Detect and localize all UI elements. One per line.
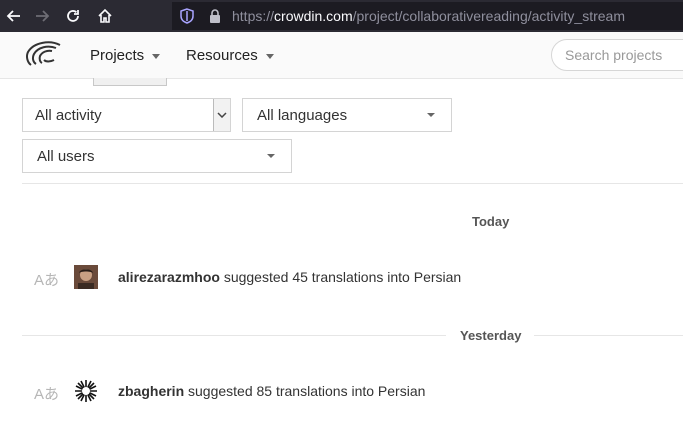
- activity-item: Aあ alirezarazmhoo suggested 45 translati…: [22, 263, 683, 295]
- tab-stub[interactable]: [93, 78, 167, 86]
- address-bar[interactable]: https://crowdin.com/project/collaborativ…: [172, 2, 683, 30]
- activity-description: suggested 85 translations into Persian: [184, 383, 426, 399]
- url-scheme: https://: [232, 8, 275, 24]
- url-path: /project/collaborativereading/activity_s…: [352, 8, 625, 24]
- group-divider: [22, 335, 446, 336]
- day-label-today: Today: [472, 214, 510, 229]
- nav-resources[interactable]: Resources: [186, 47, 274, 64]
- activity-text: alirezarazmhoo suggested 45 translations…: [118, 269, 461, 285]
- url-domain: crowdin.com: [274, 8, 353, 24]
- search-input[interactable]: [565, 47, 683, 63]
- back-button[interactable]: [0, 0, 28, 32]
- activity-username[interactable]: alirezarazmhoo: [118, 269, 220, 285]
- language-filter-value: All languages: [257, 107, 348, 124]
- nav-resources-label: Resources: [186, 47, 258, 64]
- reload-button[interactable]: [59, 0, 87, 32]
- chevron-down-icon: [217, 112, 227, 118]
- crowdin-logo-icon[interactable]: [24, 40, 62, 70]
- translation-icon: Aあ: [34, 386, 60, 403]
- language-filter-select[interactable]: All languages: [242, 98, 452, 132]
- tracking-shield-icon[interactable]: [180, 8, 194, 24]
- group-divider: [534, 335, 683, 336]
- caret-down-icon: [267, 154, 275, 158]
- back-arrow-icon: [6, 10, 20, 22]
- forward-arrow-icon: [36, 10, 50, 22]
- search-box[interactable]: [551, 39, 683, 71]
- home-button[interactable]: [91, 0, 119, 32]
- forward-button[interactable]: [28, 0, 56, 32]
- avatar[interactable]: [74, 379, 98, 403]
- dropdown-button[interactable]: [213, 99, 230, 131]
- activity-filter-value: All activity: [35, 107, 102, 124]
- browser-toolbar: https://crowdin.com/project/collaborativ…: [0, 0, 683, 32]
- caret-down-icon: [265, 54, 274, 59]
- url-text[interactable]: https://crowdin.com/project/collaborativ…: [232, 8, 625, 24]
- nav-projects-label: Projects: [90, 47, 145, 64]
- lock-icon[interactable]: [208, 8, 222, 24]
- home-icon: [98, 8, 112, 23]
- activity-username[interactable]: zbagherin: [118, 383, 184, 399]
- activity-filter-select[interactable]: All activity: [22, 98, 231, 132]
- day-label-yesterday: Yesterday: [460, 328, 522, 343]
- caret-down-icon: [152, 54, 161, 59]
- activity-item: Aあ zbagherin suggested 85 translations i…: [22, 377, 683, 409]
- activity-description: suggested 45 translations into Persian: [219, 269, 462, 285]
- avatar[interactable]: [74, 265, 98, 289]
- reload-icon: [67, 10, 79, 22]
- user-filter-select[interactable]: All users: [22, 139, 292, 173]
- translation-icon: Aあ: [34, 272, 60, 289]
- app-header: Projects Resources: [0, 32, 683, 79]
- caret-down-icon: [427, 113, 435, 117]
- nav-projects[interactable]: Projects: [90, 47, 161, 64]
- user-filter-value: All users: [37, 148, 95, 165]
- filter-divider: [22, 183, 683, 184]
- activity-text: zbagherin suggested 85 translations into…: [118, 383, 425, 399]
